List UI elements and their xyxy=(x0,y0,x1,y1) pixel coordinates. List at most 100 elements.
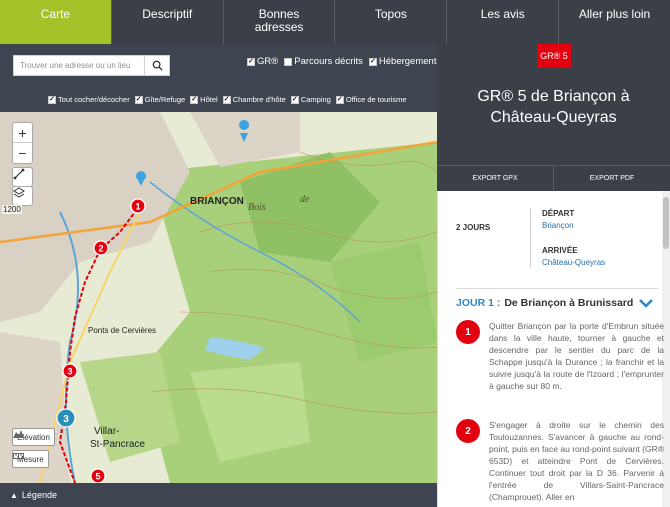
step-number: 2 xyxy=(456,419,480,443)
tab-descriptif[interactable]: Descriptif xyxy=(112,0,224,44)
tab-topos[interactable]: Topos xyxy=(335,0,448,44)
place-label: St-Pancrace xyxy=(90,439,145,450)
svg-text:2: 2 xyxy=(98,244,103,254)
step-marker[interactable]: 5 xyxy=(90,468,106,483)
place-label: Ponts de Cervières xyxy=(88,326,156,335)
route-title-line: GR® 5 de Briançon à xyxy=(477,88,630,105)
depart-value: Briançon xyxy=(542,221,574,230)
filter-label: Parcours décrits xyxy=(294,56,363,67)
measure-icon xyxy=(13,453,24,459)
tab-carte[interactable]: Carte xyxy=(0,0,112,51)
topo-map[interactable]: 1 2 3 3 5 BRIANÇON Bois de Villar- St-Pa… xyxy=(0,112,437,483)
elevation-icon xyxy=(13,430,24,438)
export-bar: EXPORT GPX EXPORT PDF xyxy=(437,165,670,191)
layers-icon xyxy=(13,187,25,198)
ruler-icon xyxy=(13,168,25,180)
day-header[interactable]: JOUR 1 : De Briançon à Brunissard xyxy=(456,297,654,309)
address-search-input[interactable] xyxy=(14,56,144,75)
checkbox-checked[interactable]: ✓ xyxy=(134,95,143,104)
tab-aller-plus-loin[interactable]: Aller plus loin xyxy=(559,0,670,44)
svg-text:3: 3 xyxy=(63,414,69,425)
svg-text:1: 1 xyxy=(135,202,140,212)
address-search xyxy=(13,55,170,76)
step-item: 1 Quitter Briançon par la porte d'Embrun… xyxy=(456,320,664,392)
step-marker[interactable]: 3 xyxy=(62,363,78,379)
depart-label: DÉPART xyxy=(542,209,575,218)
checkbox-checked[interactable]: ✓ xyxy=(222,95,231,104)
elevation-button[interactable]: Elévation xyxy=(12,428,55,446)
filter-gr[interactable]: ✓ GR® xyxy=(247,56,278,67)
filter-parcours[interactable]: Parcours décrits xyxy=(284,56,363,67)
chevron-down-icon[interactable] xyxy=(639,298,654,308)
checkbox-checked[interactable]: ✓ xyxy=(190,95,199,104)
step-marker[interactable]: 3 xyxy=(56,408,76,428)
filter-label: Chambre d'hôte xyxy=(232,95,286,104)
route-endpoints: DÉPART Briançon ARRIVÉE Château-Queyras xyxy=(530,209,605,267)
step-item: 2 S'engager à droite sur le chemin des T… xyxy=(456,419,664,503)
duration: 2 JOURS xyxy=(456,223,491,232)
day-title: De Briançon à Brunissard xyxy=(504,297,634,309)
checkbox-checked[interactable]: ✓ xyxy=(335,95,344,104)
day-number: JOUR 1 : xyxy=(456,297,501,309)
tab-label: Bonnes adresses xyxy=(254,7,304,34)
filter-hebergements[interactable]: ✓ Hébergements xyxy=(368,56,442,67)
filter-label: Camping xyxy=(300,95,331,104)
legend-toggle[interactable]: ▲ Légende xyxy=(0,483,437,507)
route-title-line: Château-Queyras xyxy=(490,109,617,126)
filter-hotel[interactable]: ✓ Hôtel xyxy=(190,95,218,104)
svg-text:3: 3 xyxy=(67,367,72,377)
filter-label: Tout cocher/décocher xyxy=(58,95,130,104)
tab-label: Aller plus loin xyxy=(578,7,651,21)
measure-button[interactable]: Mesure xyxy=(12,450,49,468)
zoom-control: + − xyxy=(12,122,33,164)
legend-label: Légende xyxy=(21,490,57,500)
zoom-out-button[interactable]: − xyxy=(13,143,32,163)
export-pdf-button[interactable]: EXPORT PDF xyxy=(554,166,670,191)
place-label: Bois xyxy=(248,202,266,213)
route-description: 2 JOURS DÉPART Briançon ARRIVÉE Château-… xyxy=(437,191,670,507)
tab-les-avis[interactable]: Les avis xyxy=(447,0,560,44)
measure-line-button[interactable] xyxy=(12,167,33,187)
place-label: BRIANÇON xyxy=(190,196,244,207)
filter-camping[interactable]: ✓ Camping xyxy=(290,95,331,104)
checkbox-unchecked[interactable] xyxy=(284,57,293,66)
layers-button[interactable] xyxy=(12,186,33,206)
scrollbar-thumb[interactable] xyxy=(663,197,669,249)
checkbox-checked[interactable]: ✓ xyxy=(48,95,56,104)
step-marker[interactable]: 1 xyxy=(130,198,146,214)
filter-label: Hébergements xyxy=(378,56,442,67)
step-marker[interactable]: 2 xyxy=(93,240,109,256)
map-canvas: 1 2 3 3 5 BRIANÇON Bois de Villar- St-Pa… xyxy=(0,112,437,483)
zoom-in-button[interactable]: + xyxy=(13,123,32,143)
filter-label: Gîte/Refuge xyxy=(144,95,186,104)
filter-toggle-all[interactable]: ✓ Tout cocher/décocher xyxy=(48,95,130,104)
filter-label: Hôtel xyxy=(200,95,218,104)
filter-label: GR® xyxy=(257,56,279,67)
search-button[interactable] xyxy=(144,56,169,75)
filter-chambre-hote[interactable]: ✓ Chambre d'hôte xyxy=(222,95,286,104)
gr-badge: GR® 5 xyxy=(537,44,571,68)
route-title: GR® 5 de Briançon à Château-Queyras xyxy=(437,86,670,128)
arrivee-label: ARRIVÉE xyxy=(542,246,578,255)
arrivee-value: Château-Queyras xyxy=(542,258,606,267)
filter-office-tourisme[interactable]: ✓ Office de tourisme xyxy=(335,95,407,104)
tab-label: Descriptif xyxy=(142,7,193,21)
filter-label: Office de tourisme xyxy=(345,95,407,104)
tab-bonnes-adresses[interactable]: Bonnes adresses xyxy=(224,0,336,44)
checkbox-checked[interactable]: ✓ xyxy=(290,95,299,104)
lodging-filters: ✓ Tout cocher/décocher ✓ Gîte/Refuge ✓ Hôte… xyxy=(48,95,407,104)
place-label: de xyxy=(300,194,310,205)
export-gpx-button[interactable]: EXPORT GPX xyxy=(437,166,554,191)
filter-gite[interactable]: ✓ Gîte/Refuge xyxy=(134,95,186,104)
tab-label: Topos xyxy=(374,7,407,21)
checkbox-checked[interactable]: ✓ xyxy=(247,57,255,66)
divider xyxy=(456,288,659,289)
tab-label: Les avis xyxy=(480,7,525,21)
map-panel: ✓GR® Parcours décrits ✓Hébergements ✓Tou… xyxy=(0,44,441,507)
layer-filters: ✓ GR® Parcours décrits ✓ Hébergements xyxy=(247,56,441,67)
main-nav: Carte Descriptif Bonnes adresses Topos L… xyxy=(0,0,670,51)
tab-label: Carte xyxy=(40,7,71,21)
step-text: S'engager à droite sur le chemin des Tou… xyxy=(489,420,664,502)
scale-label: 1200 xyxy=(2,205,22,214)
checkbox-checked[interactable]: ✓ xyxy=(368,57,377,66)
